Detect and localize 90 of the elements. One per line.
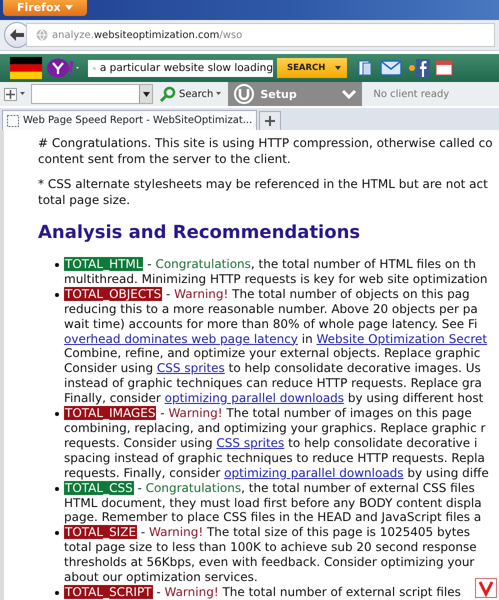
paragraph-line: total page size.: [38, 192, 132, 208]
body-text: requests. Finally, consider: [64, 466, 222, 480]
bullet-icon: [55, 412, 59, 416]
body-text: multithread. Minimizing HTTP requests is key for web site optimization: [64, 272, 488, 286]
body-text: wait time) accounts for more than 80% of whole page latency. See Fi: [64, 316, 478, 331]
verdict-text: Warning!: [168, 406, 223, 420]
section-heading: Analysis and Recommendations: [38, 222, 362, 243]
body-text: The total number of objects on this pag: [231, 286, 470, 301]
search-button[interactable]: SEARCH: [277, 58, 348, 78]
calendar-icon[interactable]: [435, 60, 454, 76]
body-text: total page size to less than 100K to achieve sub 20 second response: [64, 540, 477, 554]
body-text: HTML document, they must load first before any BODY content displa: [64, 496, 482, 510]
mail-icon[interactable]: [379, 59, 404, 77]
body-text: The total number of images on this page: [225, 406, 472, 420]
body-text: by using different host: [346, 391, 484, 406]
new-tab-button[interactable]: [259, 111, 282, 130]
caret-icon: [64, 4, 73, 10]
yahoo-logo-icon[interactable]: [46, 58, 82, 78]
body-text: Consider using: [64, 361, 154, 376]
body-text: -: [146, 257, 153, 271]
caret-icon: [142, 92, 150, 96]
bullet-icon: [55, 292, 59, 297]
toolbar-search-field[interactable]: [31, 84, 153, 104]
body-text: in: [300, 332, 314, 346]
body-text: requests. Consider using: [64, 436, 214, 450]
status-tag: TOTAL_CSS: [64, 480, 134, 495]
link[interactable]: optimizing parallel downloads: [224, 466, 404, 480]
verdict-text: Warning!: [164, 584, 219, 599]
v-logo-icon[interactable]: [475, 578, 497, 598]
paragraph-line: # Congratulations. This site is using HTTP compression, otherwise called co: [38, 136, 494, 152]
browser-tab[interactable]: Web Page Speed Report - WebSiteOptimizat...: [2, 110, 258, 130]
bullet-icon: [55, 590, 59, 595]
body-text: combining, replacing, and optimizing your graphics. Replace graphic r: [64, 420, 486, 435]
body-text: The total size of this page is 1025405 bytes: [206, 525, 470, 540]
body-text: instead of graphic techniques can reduce HTTP requests. Replace gra: [64, 376, 482, 390]
body-text: -: [136, 480, 143, 495]
body-text: to help consolidate decorative images. Us: [228, 361, 481, 376]
body-text: thresholds at 56Kbps, even with feedback. Consider optimizing your: [64, 555, 474, 570]
chevron-icon: [342, 90, 356, 98]
status-tag: TOTAL_SCRIPT: [64, 584, 153, 599]
status-tag: TOTAL_IMAGES: [64, 406, 156, 420]
caret-icon[interactable]: [20, 92, 25, 96]
search-field[interactable]: a particular website slow loading: [88, 60, 273, 76]
link[interactable]: CSS sprites: [216, 436, 284, 450]
body-text: -: [140, 525, 146, 540]
verdict-text: Warning!: [149, 525, 204, 540]
link[interactable]: overhead dominates web page latency: [64, 332, 298, 346]
add-button[interactable]: [4, 88, 17, 100]
search-icon: [160, 86, 176, 102]
paragraph-line: * CSS alternate stylesheets may be referenced in the HTML but are not act: [38, 177, 489, 192]
status-tag: TOTAL_SIZE: [64, 525, 138, 540]
body-text: -: [159, 406, 166, 420]
body-text: to help consolidate decorative i: [287, 436, 478, 450]
link[interactable]: CSS sprites: [156, 361, 225, 376]
body-text: , the total number of external CSS files: [241, 480, 475, 495]
verdict-text: Warning!: [174, 286, 228, 301]
facebook-icon[interactable]: [407, 58, 432, 78]
paragraph-line: content sent from the server to the client.: [38, 152, 292, 167]
body-text: reducing this to a more reasonable number. Above 20 objects per pa: [64, 302, 478, 316]
body-text: Combine, refine, and optimize your external objects. Replace graphic: [64, 346, 480, 360]
bullet-icon: [55, 263, 59, 267]
status-tag: TOTAL_HTML: [64, 257, 144, 271]
body-text: spacing instead of graphic techniques to reduce HTTP requests. Repla: [64, 450, 485, 465]
body-text: The total number of external script files: [221, 584, 461, 599]
body-text: by using diffe: [406, 466, 489, 480]
plus-icon: [6, 90, 15, 98]
status-tag: TOTAL_OBJECTS: [64, 286, 162, 301]
body-text: , the total number of HTML files on th: [250, 257, 476, 271]
body-text: Finally, consider: [64, 391, 162, 406]
body-text: -: [165, 286, 172, 301]
body-text: about our optimization services.: [64, 570, 258, 584]
globe-icon: [36, 29, 48, 41]
u-logo-icon: [234, 84, 254, 104]
verdict-text: Congratulations: [155, 257, 251, 271]
verdict-text: Congratulations: [146, 480, 242, 495]
caret-icon: [335, 66, 342, 70]
client-status-text: No client ready: [373, 88, 450, 100]
page-icon: [7, 114, 19, 126]
plus-icon: [265, 116, 276, 126]
bullet-icon: [55, 486, 59, 491]
back-arrow-icon: [10, 29, 24, 41]
toolbar-search-button[interactable]: Search: [156, 86, 226, 102]
flag-icon: [10, 57, 42, 79]
bullet-icon: [55, 531, 59, 536]
body-text: -: [155, 584, 162, 599]
link[interactable]: optimizing parallel downloads: [164, 391, 344, 406]
link[interactable]: Website Optimization Secret: [316, 332, 488, 346]
body-text: page. Remember to place CSS files in the HEAD and JavaScript files a: [64, 510, 482, 524]
caret-icon: [216, 92, 222, 96]
address-field[interactable]: analyze.websiteoptimization.com/wso: [26, 23, 495, 47]
